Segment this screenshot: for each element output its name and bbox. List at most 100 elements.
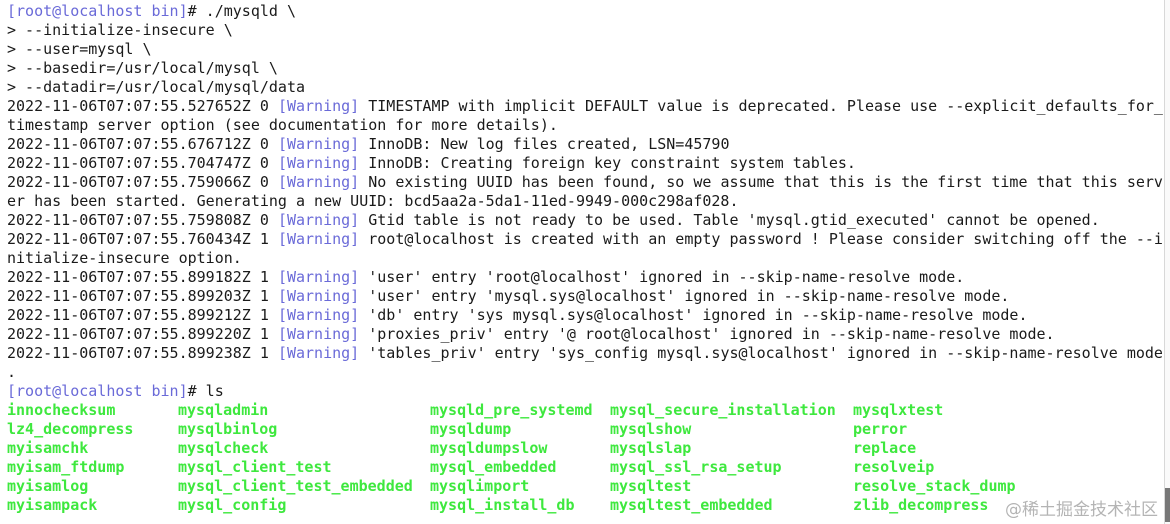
executable-file: myisamlog (7, 477, 89, 495)
ls-row: lz4_decompress mysqlbinlog mysqldump mysqls… (7, 420, 1162, 439)
warning-tag: [Warning] (277, 135, 360, 153)
log-timestamp: 2022-11-06T07:07:55.899212Z 1 (7, 306, 278, 324)
line-text: > --initialize-insecure \ (7, 21, 233, 39)
line-text: No existing UUID has been found, so we a… (359, 173, 1163, 191)
command-line: [root@localhost bin]# ls (7, 382, 1162, 401)
line-text: root@localhost is created with an empty … (359, 230, 1163, 248)
output-line: timestamp server option (see documentati… (7, 116, 1162, 135)
executable-file: mysqld_pre_systemd (430, 401, 593, 419)
line-text: > --user=mysql \ (7, 40, 152, 58)
executable-file: resolveip (853, 458, 935, 476)
ls-row: myisamlog mysql_client_test_embedded mysql… (7, 477, 1162, 496)
executable-file: mysqlshow (610, 420, 692, 438)
line-text: InnoDB: New log files created, LSN=45790 (359, 135, 730, 153)
log-line: 2022-11-06T07:07:55.704747Z 0 [Warning] … (7, 154, 1162, 173)
log-line: 2022-11-06T07:07:55.676712Z 0 [Warning] … (7, 135, 1162, 154)
line-text: 'user' entry 'mysql.sys@localhost' ignor… (359, 287, 1010, 305)
line-text: # ls (187, 382, 224, 400)
output-line: > --datadir=/usr/local/mysql/data (7, 78, 1162, 97)
output-line: > --basedir=/usr/local/mysql \ (7, 59, 1162, 78)
log-timestamp: 2022-11-06T07:07:55.899182Z 1 (7, 268, 278, 286)
warning-tag: [Warning] (277, 344, 360, 362)
log-line: 2022-11-06T07:07:55.759808Z 0 [Warning] … (7, 211, 1162, 230)
ls-row: myisam_ftdump mysql_client_test mysql_embe… (7, 458, 1162, 477)
warning-tag: [Warning] (277, 306, 360, 324)
executable-file: resolve_stack_dump (853, 477, 1016, 495)
executable-file: mysqltest (610, 477, 692, 495)
warning-tag: [Warning] (277, 97, 360, 115)
log-timestamp: 2022-11-06T07:07:55.759066Z 0 (7, 173, 278, 191)
log-timestamp: 2022-11-06T07:07:55.759808Z 0 (7, 211, 278, 229)
line-text: # ./mysqld \ (187, 2, 296, 20)
executable-file: mysqlxtest (853, 401, 944, 419)
line-text: timestamp server option (see documentati… (7, 116, 558, 134)
executable-file: mysql_client_test_embedded (178, 477, 413, 495)
executable-file: mysqldumpslow (430, 439, 548, 457)
warning-tag: [Warning] (277, 154, 360, 172)
line-text: InnoDB: Creating foreign key constraint … (359, 154, 856, 172)
output-line: > --user=mysql \ (7, 40, 1162, 59)
executable-file: replace (853, 439, 917, 457)
output-line: . (7, 363, 1162, 382)
executable-file: mysql_secure_installation (610, 401, 836, 419)
executable-file: perror (853, 420, 908, 438)
line-text: TIMESTAMP with implicit DEFAULT value is… (359, 97, 1163, 115)
line-text: nitialize-insecure option. (7, 249, 242, 267)
executable-file: mysqlcheck (178, 439, 269, 457)
log-line: 2022-11-06T07:07:55.759066Z 0 [Warning] … (7, 173, 1163, 192)
ls-row: myisampack mysql_config mysql_install_db my… (7, 496, 1162, 515)
warning-tag: [Warning] (277, 325, 360, 343)
ls-row: myisamchk mysqlcheck mysqldumpslow mysqlsla… (7, 439, 1162, 458)
log-line: 2022-11-06T07:07:55.899182Z 1 [Warning] … (7, 268, 1162, 287)
output-line: er has been started. Generating a new UU… (7, 192, 1162, 211)
line-text: er has been started. Generating a new UU… (7, 192, 739, 210)
line-text: 'tables_priv' entry 'sys_config mysql.sy… (359, 344, 1163, 362)
warning-tag: [Warning] (277, 287, 360, 305)
command-line: [root@localhost bin]# ./mysqld \ (7, 2, 1162, 21)
executable-file: mysql_config (178, 496, 287, 514)
log-timestamp: 2022-11-06T07:07:55.704747Z 0 (7, 154, 278, 172)
line-text: > --basedir=/usr/local/mysql \ (7, 59, 278, 77)
log-timestamp: 2022-11-06T07:07:55.899220Z 1 (7, 325, 278, 343)
executable-file: mysql_ssl_rsa_setup (610, 458, 782, 476)
executable-file: myisamchk (7, 439, 89, 457)
line-text: 'user' entry 'root@localhost' ignored in… (359, 268, 965, 286)
log-timestamp: 2022-11-06T07:07:55.527652Z 0 (7, 97, 278, 115)
log-timestamp: 2022-11-06T07:07:55.899203Z 1 (7, 287, 278, 305)
log-timestamp: 2022-11-06T07:07:55.760434Z 1 (7, 230, 278, 248)
output-line: > --initialize-insecure \ (7, 21, 1162, 40)
shell-prompt: [root@localhost bin] (7, 382, 188, 400)
scrollbar-thumb[interactable] (1165, 488, 1170, 522)
line-text: 'proxies_priv' entry '@ root@localhost' … (359, 325, 1055, 343)
log-timestamp: 2022-11-06T07:07:55.899238Z 1 (7, 344, 278, 362)
executable-file: mysql_client_test (178, 458, 332, 476)
executable-file: lz4_decompress (7, 420, 134, 438)
executable-file: mysqladmin (178, 401, 269, 419)
line-text: 'db' entry 'sys mysql.sys@localhost' ign… (359, 306, 1028, 324)
ls-row: innochecksum mysqladmin mysqld_pre_systemd… (7, 401, 1162, 420)
log-line: 2022-11-06T07:07:55.527652Z 0 [Warning] … (7, 97, 1163, 116)
shell-prompt: [root@localhost bin] (7, 2, 188, 20)
executable-file: mysqlslap (610, 439, 692, 457)
line-text: Gtid table is not ready to be used. Tabl… (359, 211, 1100, 229)
watermark: @稀土掘金技术社区 (1005, 500, 1158, 520)
scrollbar[interactable] (1164, 0, 1170, 524)
executable-file: mysqltest_embedded (610, 496, 773, 514)
warning-tag: [Warning] (277, 268, 360, 286)
executable-file: mysql_install_db (430, 496, 575, 514)
log-line: 2022-11-06T07:07:55.760434Z 1 [Warning] … (7, 230, 1163, 249)
warning-tag: [Warning] (277, 230, 360, 248)
log-line: 2022-11-06T07:07:55.899212Z 1 [Warning] … (7, 306, 1162, 325)
line-text: . (7, 363, 17, 381)
warning-tag: [Warning] (277, 211, 360, 229)
log-timestamp: 2022-11-06T07:07:55.676712Z 0 (7, 135, 278, 153)
executable-file: mysql_embedded (430, 458, 557, 476)
executable-file: mysqlimport (430, 477, 530, 495)
output-line: nitialize-insecure option. (7, 249, 1162, 268)
terminal-output[interactable]: [root@localhost bin]# ./mysqld \ > --init… (7, 2, 1163, 515)
line-text: > --datadir=/usr/local/mysql/data (7, 78, 306, 96)
executable-file: myisam_ftdump (7, 458, 125, 476)
log-line: 2022-11-06T07:07:55.899220Z 1 [Warning] … (7, 325, 1162, 344)
executable-file: mysqldump (430, 420, 512, 438)
log-line: 2022-11-06T07:07:55.899203Z 1 [Warning] … (7, 287, 1162, 306)
